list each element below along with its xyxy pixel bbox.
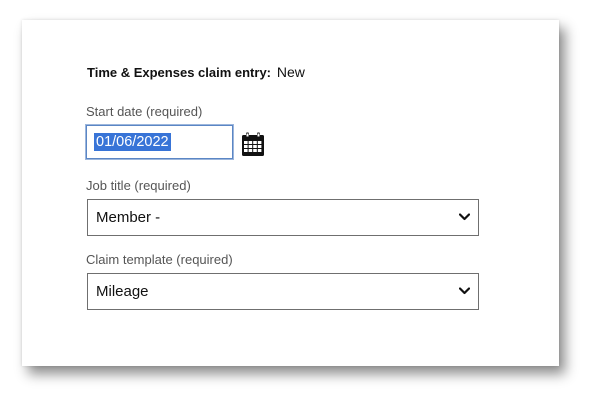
claim-entry-card: Time & Expenses claim entry: New Start d…	[22, 20, 559, 366]
claim-status: New	[276, 64, 305, 80]
job-title-label: Job title (required)	[86, 178, 191, 193]
claim-template-select[interactable]: Mileage	[87, 273, 479, 310]
start-date-value[interactable]: 01/06/2022	[94, 133, 171, 151]
page-title: Time & Expenses claim entry: New	[87, 64, 305, 80]
start-date-label: Start date (required)	[86, 104, 203, 119]
calendar-icon[interactable]	[241, 132, 265, 157]
job-title-select[interactable]: Member -	[87, 199, 479, 236]
claim-template-value: Mileage	[96, 283, 149, 300]
page-title-label: Time & Expenses claim entry:	[87, 65, 272, 80]
start-date-field[interactable]: 01/06/2022	[86, 125, 233, 159]
job-title-value: Member -	[96, 209, 161, 226]
claim-template-label: Claim template (required)	[86, 252, 233, 267]
chevron-down-icon	[459, 287, 470, 295]
chevron-down-icon	[459, 213, 470, 221]
